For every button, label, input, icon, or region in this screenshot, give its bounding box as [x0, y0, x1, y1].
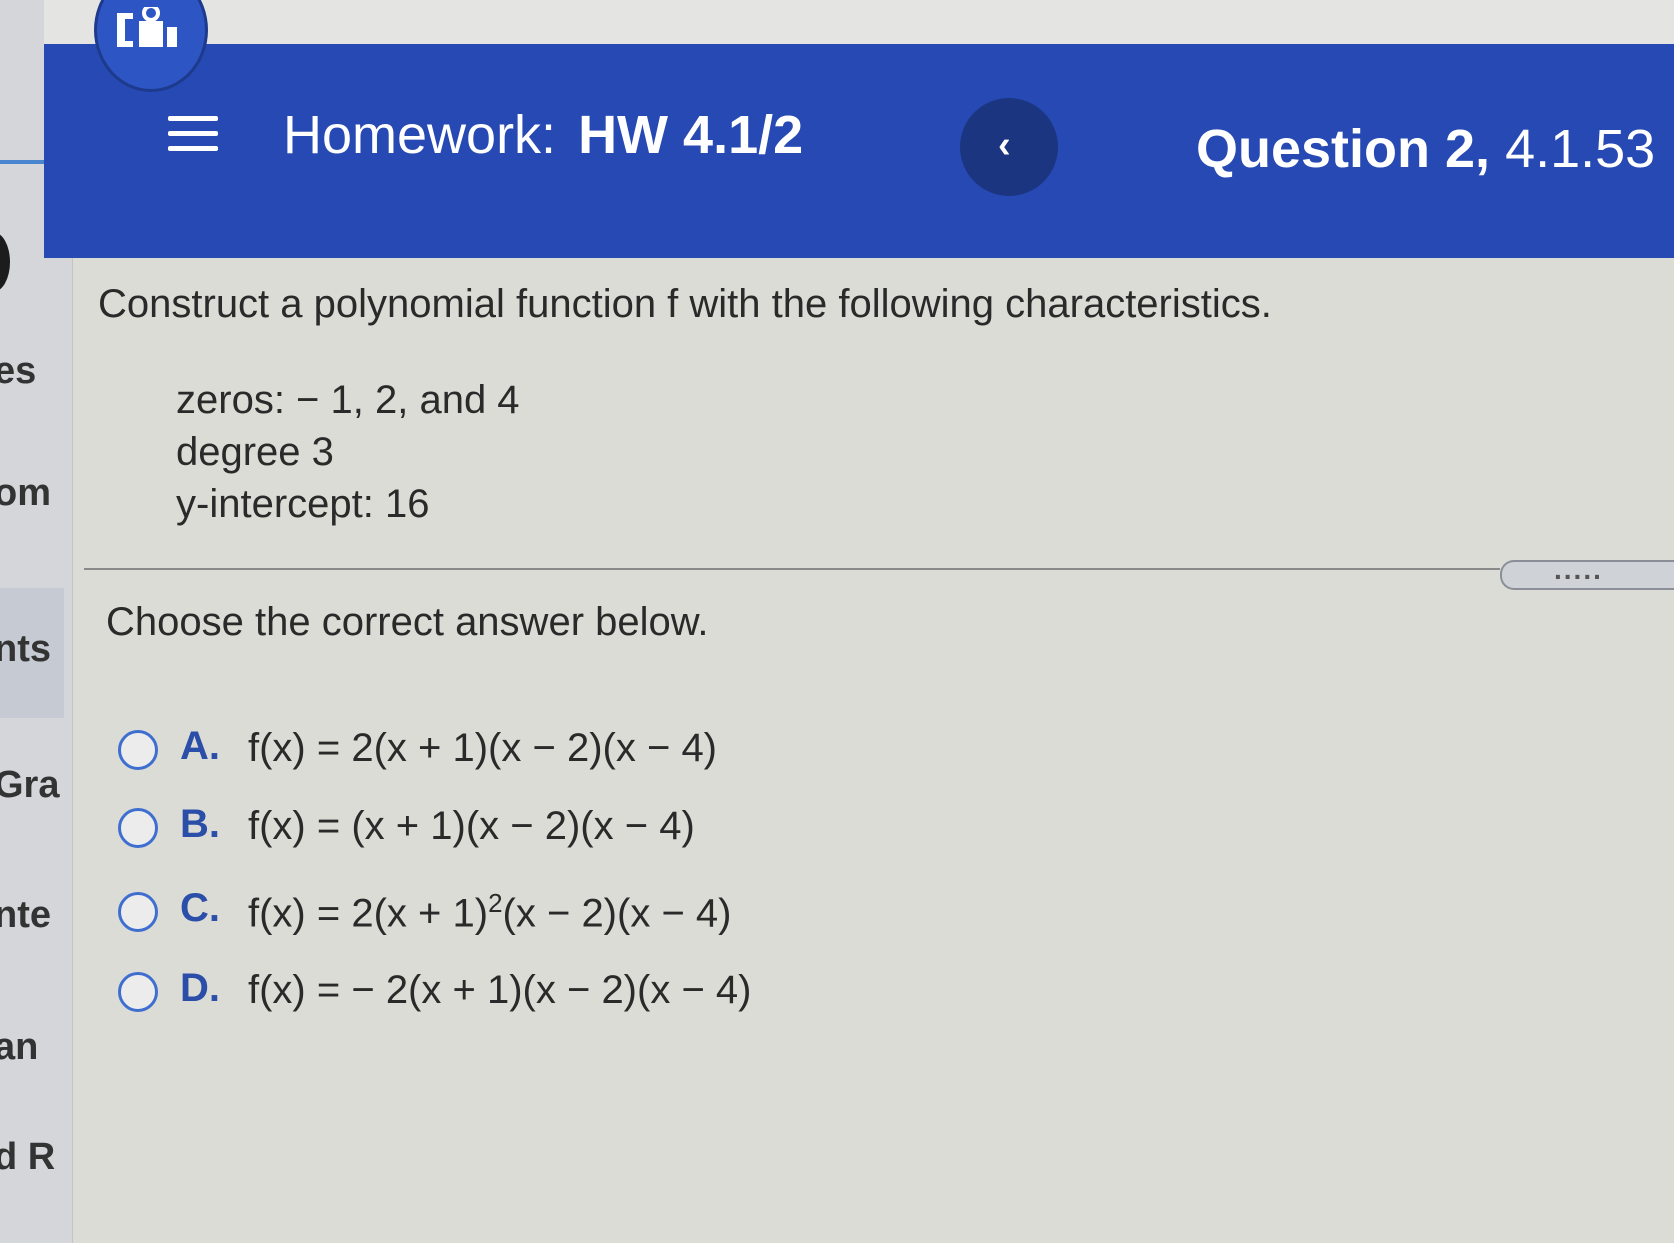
- previous-question-button[interactable]: ‹: [960, 98, 1058, 196]
- option-letter-d: D.: [180, 966, 220, 1010]
- option-expression-d: f(x) = − 2(x + 1)(x − 2)(x − 4): [248, 968, 752, 1012]
- sidebar-item-4[interactable]: Gra: [0, 764, 59, 807]
- option-letter-b: B.: [180, 802, 220, 846]
- sidebar-item-5[interactable]: nte: [0, 894, 51, 937]
- answer-instruction: Choose the correct answer below.: [106, 600, 709, 644]
- question-label-text: Question 2,: [1196, 119, 1491, 179]
- sidebar-dot: [0, 232, 10, 292]
- characteristic-zeros: zeros: − 1, 2, and 4: [176, 378, 520, 422]
- sidebar-item-1[interactable]: es: [0, 350, 36, 393]
- expand-button[interactable]: .....: [1500, 554, 1674, 590]
- sidebar-item-2[interactable]: om: [0, 472, 51, 515]
- characteristic-degree: degree 3: [176, 430, 334, 474]
- homework-title: Homework: HW 4.1/2: [283, 104, 803, 166]
- menu-icon[interactable]: [168, 116, 218, 156]
- option-expression-c: f(x) = 2(x + 1)2(x − 2)(x − 4): [248, 888, 731, 936]
- radio-button-b[interactable]: [118, 808, 158, 848]
- homework-title-name: HW 4.1/2: [578, 105, 804, 165]
- divider: [84, 568, 1500, 570]
- chevron-left-icon: ‹: [998, 124, 1011, 166]
- radio-button-c[interactable]: [118, 892, 158, 932]
- expand-button-label: .....: [1554, 554, 1603, 585]
- question-number: 4.1.53: [1505, 119, 1656, 179]
- option-expression-b: f(x) = (x + 1)(x − 2)(x − 4): [248, 804, 695, 848]
- sidebar-active-indicator: [0, 160, 48, 164]
- option-letter-c: C.: [180, 886, 220, 930]
- homework-title-prefix: Homework:: [283, 105, 557, 165]
- header-top-strip: [44, 0, 1674, 44]
- question-label: Question 2, 4.1.53: [1196, 118, 1655, 180]
- characteristic-y-intercept: y-intercept: 16: [176, 482, 430, 526]
- option-expression-c-exponent: 2: [488, 888, 503, 918]
- radio-button-d[interactable]: [118, 972, 158, 1012]
- question-prompt: Construct a polynomial function f with t…: [98, 282, 1272, 326]
- option-expression-c-rest: (x − 2)(x − 4): [502, 891, 732, 936]
- option-expression-c-base: f(x) = 2(x + 1): [248, 891, 489, 936]
- logo-icon: [117, 7, 177, 47]
- sidebar-item-3[interactable]: nts: [0, 628, 51, 671]
- option-expression-a: f(x) = 2(x + 1)(x − 2)(x − 4): [248, 726, 718, 770]
- radio-button-a[interactable]: [118, 730, 158, 770]
- option-letter-a: A.: [180, 724, 220, 768]
- sidebar-item-6[interactable]: an: [0, 1026, 38, 1069]
- characteristics-list: zeros: − 1, 2, and 4 degree 3 y-intercep…: [176, 374, 520, 530]
- sidebar-item-7[interactable]: d R: [0, 1136, 55, 1179]
